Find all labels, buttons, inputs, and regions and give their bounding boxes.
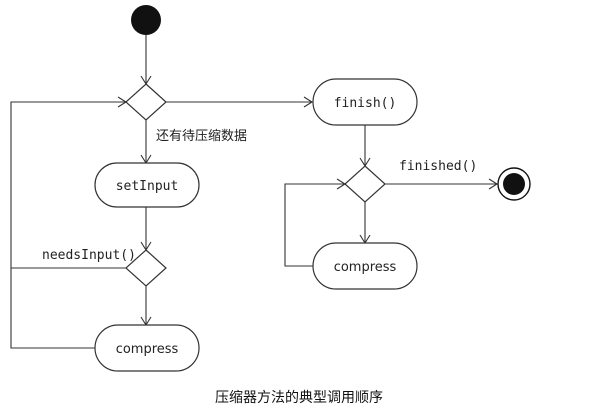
decision-diamond-finished: [344, 165, 386, 203]
compress-left-label: compress: [116, 342, 179, 357]
edge-label-needs-input: needsInput(): [42, 248, 136, 263]
edge-compress-loop-back: [10, 268, 95, 349]
start-node: [131, 5, 161, 35]
edge-label-finished: finished(): [399, 159, 477, 174]
decision-diamond-main: [125, 83, 167, 121]
edge-label-has-data: 还有待压缩数据: [156, 128, 247, 144]
compress-right-label: compress: [334, 260, 397, 275]
finish-label: finish(): [334, 96, 397, 111]
end-node-core: [503, 173, 525, 195]
activity-diagram: 还有待压缩数据 setInput needsInput() compress f…: [10, 5, 531, 406]
setinput-label: setInput: [116, 179, 179, 194]
figure-caption: 压缩器方法的典型调用顺序: [215, 390, 383, 406]
